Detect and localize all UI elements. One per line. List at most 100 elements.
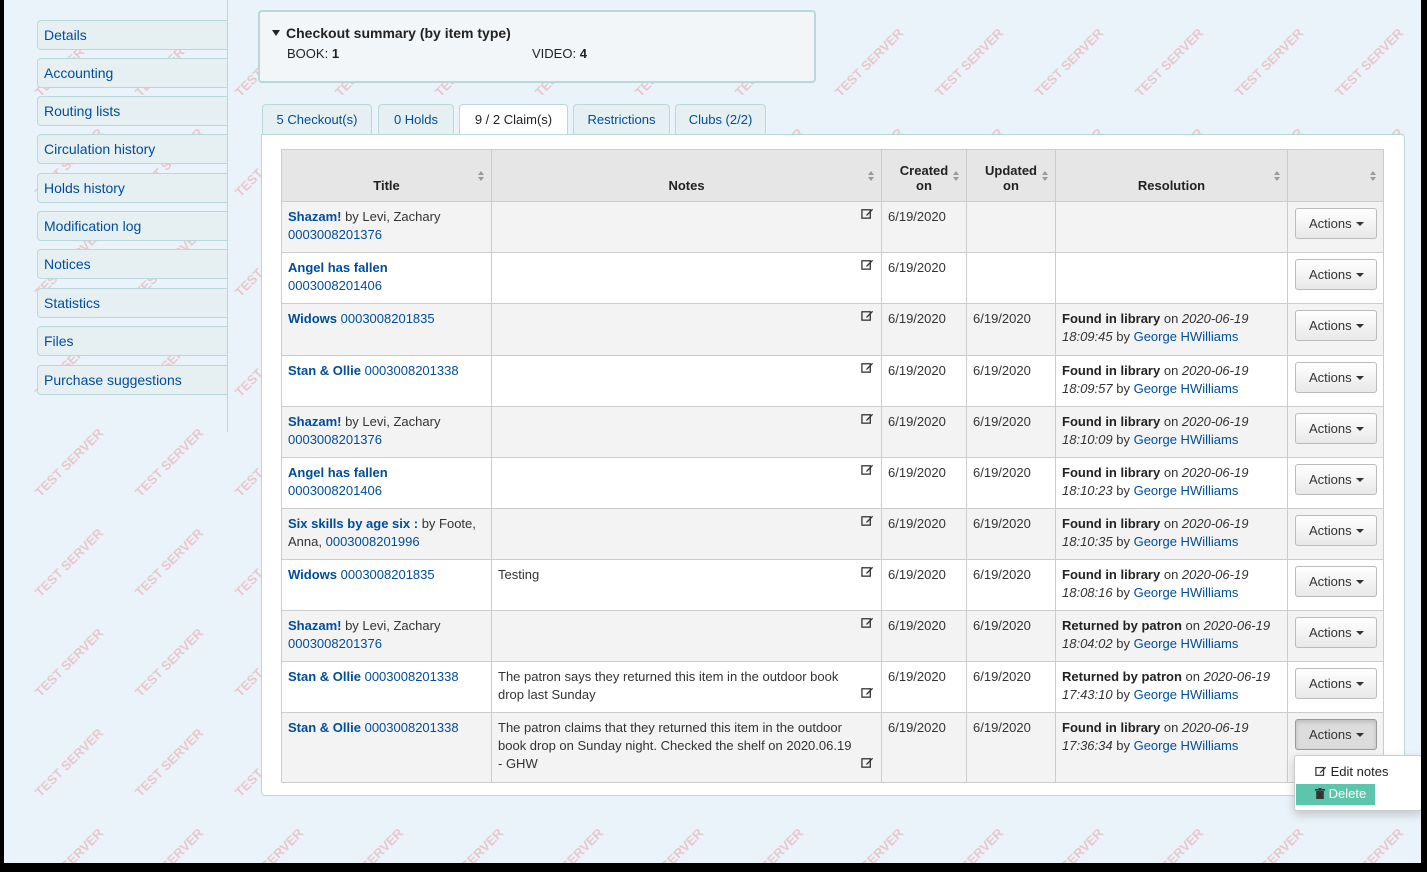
edit-notes-icon[interactable] <box>861 756 875 770</box>
checkout-summary-toggle[interactable]: Checkout summary (by item type) <box>272 25 511 41</box>
sidebar-item-statistics[interactable]: Statistics <box>37 288 227 318</box>
sidebar-item-label: Notices <box>44 256 91 272</box>
title-link[interactable]: Six skills by age six : <box>288 516 418 531</box>
barcode-link[interactable]: 0003008201338 <box>365 363 459 378</box>
title-link[interactable]: Stan & Ollie <box>288 720 361 735</box>
cell-updated-on: 6/19/2020 <box>966 661 1056 713</box>
title-link[interactable]: Stan & Ollie <box>288 669 361 684</box>
actions-button[interactable]: Actions <box>1295 310 1377 341</box>
column-header-updated[interactable]: Updated on <box>966 149 1056 202</box>
actions-button[interactable]: Actions <box>1295 208 1377 239</box>
resolution-user-link[interactable]: George HWilliams <box>1134 636 1239 651</box>
watermark-text: TEST SERVER <box>531 825 607 863</box>
resolution-user-link[interactable]: George HWilliams <box>1134 329 1239 344</box>
barcode-link[interactable]: 0003008201835 <box>341 567 435 582</box>
edit-notes-icon[interactable] <box>861 361 875 375</box>
edit-notes-icon[interactable] <box>861 309 875 323</box>
title-link[interactable]: Widows <box>288 311 337 326</box>
barcode-link[interactable]: 0003008201338 <box>365 669 459 684</box>
edit-notes-menu-item[interactable]: Edit notes <box>1315 764 1388 779</box>
sidebar-item-label: Statistics <box>44 295 101 311</box>
barcode-link[interactable]: 0003008201376 <box>288 636 382 651</box>
column-header-notes[interactable]: Notes <box>491 149 882 202</box>
delete-menu-item[interactable]: Delete <box>1296 784 1375 805</box>
resolution-date: 2020-06-19 <box>1181 567 1249 582</box>
cell-notes <box>491 252 882 304</box>
tab-holds[interactable]: 0 Holds <box>378 104 454 135</box>
actions-button[interactable]: Actions <box>1295 617 1377 648</box>
cell-updated-on: 6/19/2020 <box>966 303 1056 356</box>
sidebar-item-accounting[interactable]: Accounting <box>37 58 227 88</box>
resolution-user-link[interactable]: George HWilliams <box>1134 585 1239 600</box>
resolution-user-link[interactable]: George HWilliams <box>1134 738 1239 753</box>
watermark-text: TEST SERVER <box>731 825 807 863</box>
sidebar-item-modification-log[interactable]: Modification log <box>37 211 227 241</box>
column-header-title[interactable]: Title <box>281 149 492 202</box>
title-link[interactable]: Stan & Ollie <box>288 363 361 378</box>
resolution-user-link[interactable]: George HWilliams <box>1134 483 1239 498</box>
sidebar-item-notices[interactable]: Notices <box>37 249 227 279</box>
resolution-user-link[interactable]: George HWilliams <box>1134 534 1239 549</box>
cell-resolution: Returned by patron on 2020-06-19 18:04:0… <box>1055 610 1288 662</box>
watermark-text: TEST SERVER <box>131 425 207 500</box>
resolution-user-link[interactable]: George HWilliams <box>1134 432 1239 447</box>
barcode-link[interactable]: 0003008201376 <box>288 432 382 447</box>
sidebar-item-holds-history[interactable]: Holds history <box>37 173 227 203</box>
resolution-user-link[interactable]: George HWilliams <box>1134 687 1239 702</box>
caret-down-icon <box>1355 427 1364 431</box>
edit-notes-icon[interactable] <box>861 565 875 579</box>
tab-restrictions[interactable]: Restrictions <box>573 104 670 135</box>
edit-notes-icon[interactable] <box>861 514 875 528</box>
column-header-actions[interactable] <box>1287 149 1384 202</box>
tab-checkouts[interactable]: 5 Checkout(s) <box>262 104 372 135</box>
barcode-link[interactable]: 0003008201835 <box>341 311 435 326</box>
resolution-user-link[interactable]: George HWilliams <box>1134 381 1239 396</box>
actions-button[interactable]: Actions <box>1295 259 1377 290</box>
edit-notes-icon[interactable] <box>861 686 875 700</box>
title-link[interactable]: Widows <box>288 567 337 582</box>
watermark-text: TEST SERVER <box>1231 25 1307 100</box>
column-header-created[interactable]: Created on <box>881 149 967 202</box>
edit-notes-icon[interactable] <box>861 463 875 477</box>
actions-button[interactable]: Actions <box>1295 464 1377 495</box>
actions-button[interactable]: Actions <box>1295 515 1377 546</box>
sidebar-item-routing-lists[interactable]: Routing lists <box>37 96 227 126</box>
edit-notes-icon[interactable] <box>861 616 875 630</box>
sidebar-item-label: Circulation history <box>44 141 156 157</box>
sidebar-item-files[interactable]: Files <box>37 326 227 356</box>
edit-notes-icon[interactable] <box>861 207 875 221</box>
resolution-status: Returned by patron <box>1062 618 1182 633</box>
edit-notes-icon[interactable] <box>861 412 875 426</box>
sidebar-item-label: Routing lists <box>44 103 121 119</box>
barcode-link[interactable]: 0003008201406 <box>288 483 382 498</box>
sort-icon <box>1274 171 1280 181</box>
watermark-text: TEST SERVER <box>931 25 1007 100</box>
cell-resolution: Found in library on 2020-06-19 18:08:16 … <box>1055 559 1288 611</box>
sidebar-item-circulation-history[interactable]: Circulation history <box>37 134 227 164</box>
title-link[interactable]: Shazam! <box>288 209 341 224</box>
title-link[interactable]: Shazam! <box>288 618 341 633</box>
sidebar-item-details[interactable]: Details <box>37 20 227 50</box>
table-row: Widows 0003008201835 Testing 6/19/2020 6/19… <box>281 559 1384 611</box>
claims-table-body: Shazam! by Levi, Zachary 0003008201376 6/… <box>281 201 1384 783</box>
actions-button[interactable]: Actions <box>1295 413 1377 444</box>
tab-clubs[interactable]: Clubs (2/2) <box>675 104 766 135</box>
title-link[interactable]: Angel has fallen <box>288 260 388 275</box>
actions-button[interactable]: Actions <box>1295 668 1377 699</box>
cell-actions: Actions <box>1287 508 1384 560</box>
resolution-by: by <box>1112 329 1134 344</box>
column-header-resolution[interactable]: Resolution <box>1055 149 1288 202</box>
title-link[interactable]: Shazam! <box>288 414 341 429</box>
actions-button[interactable]: Actions <box>1295 362 1377 393</box>
barcode-link[interactable]: 0003008201338 <box>365 720 459 735</box>
actions-button[interactable]: Actions <box>1295 719 1377 750</box>
edit-notes-icon[interactable] <box>861 258 875 272</box>
actions-button[interactable]: Actions <box>1295 566 1377 597</box>
barcode-link[interactable]: 0003008201996 <box>326 534 420 549</box>
barcode-link[interactable]: 0003008201376 <box>288 227 382 242</box>
title-link[interactable]: Angel has fallen <box>288 465 388 480</box>
tab-claims[interactable]: 9 / 2 Claim(s) <box>459 104 568 136</box>
sidebar-item-purchase-suggestions[interactable]: Purchase suggestions <box>37 365 227 395</box>
barcode-link[interactable]: 0003008201406 <box>288 278 382 293</box>
tab-label: Restrictions <box>587 112 656 127</box>
